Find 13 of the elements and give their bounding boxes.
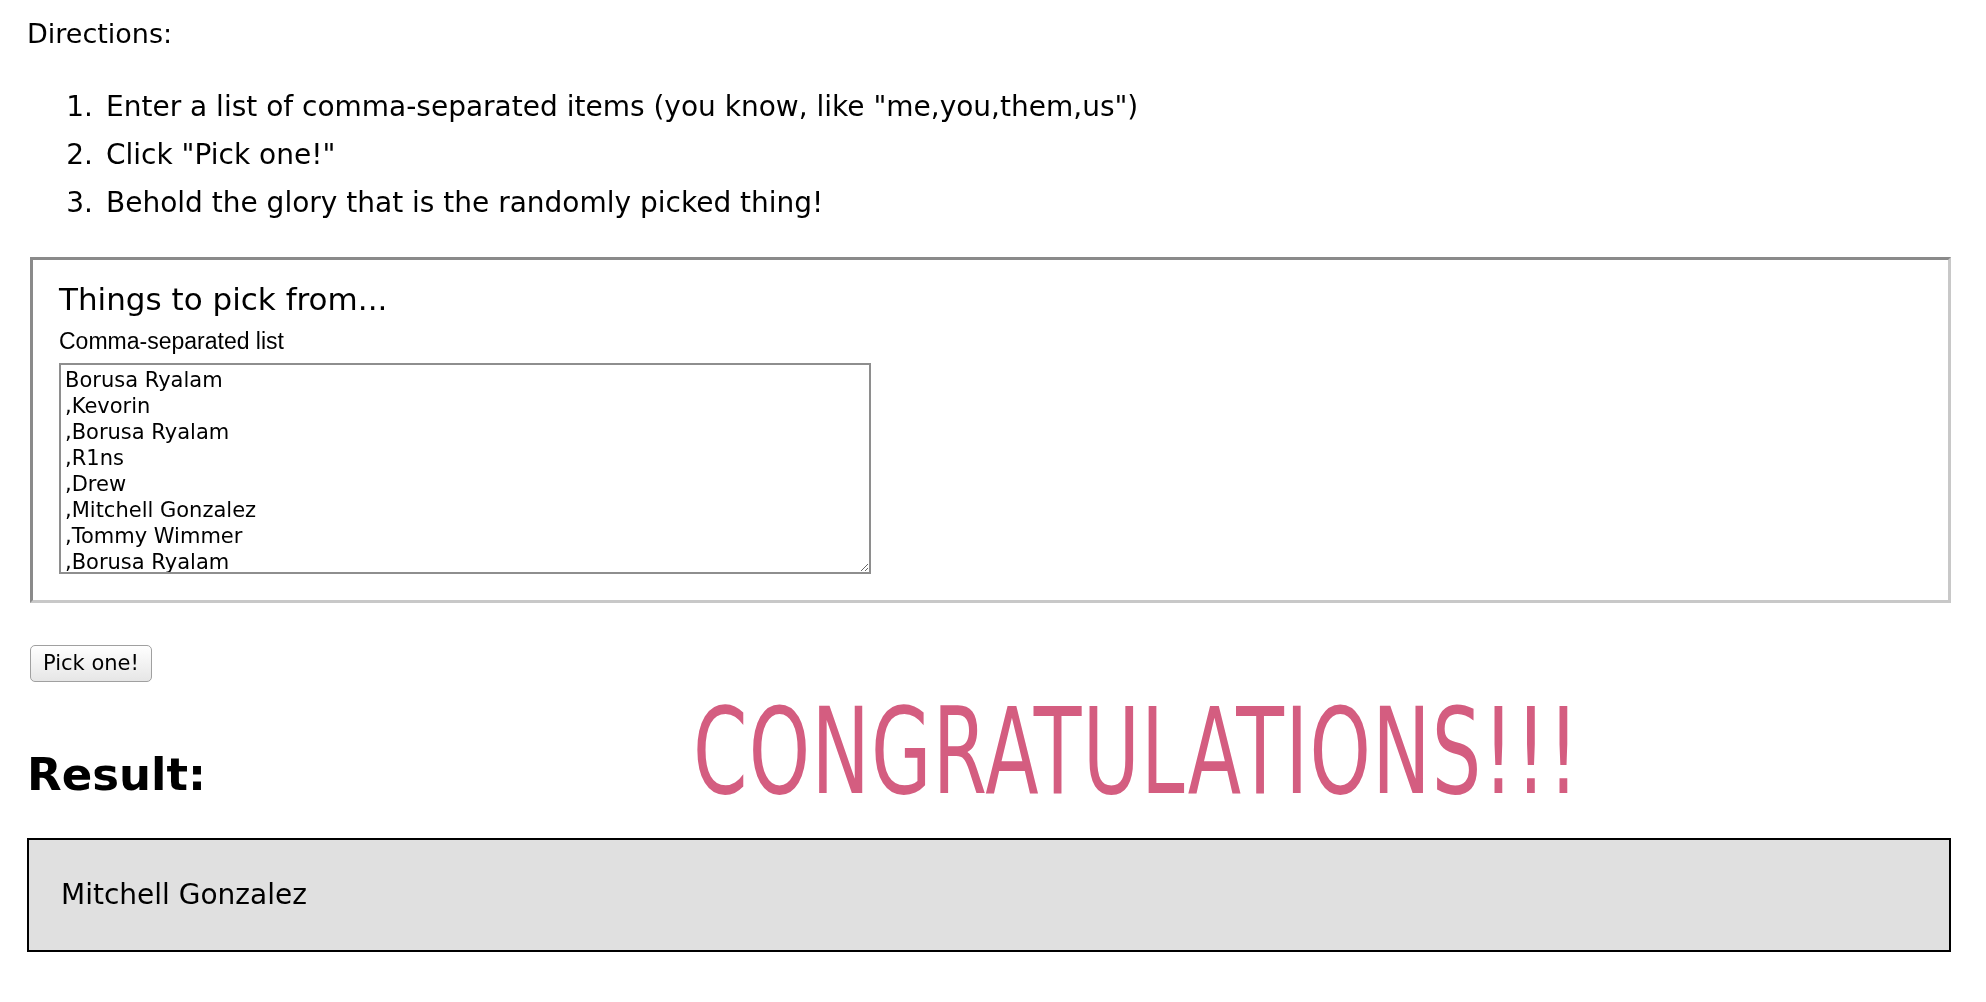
step-number: 2. [65, 136, 94, 173]
step-number: 3. [65, 184, 94, 221]
pick-button[interactable]: Pick one! [30, 644, 152, 682]
step-text: Enter a list of comma-separated items (you know, like "me,you,them,us") [106, 88, 1139, 125]
result-text: Mitchell Gonzalez [61, 877, 307, 913]
directions-heading: Directions: [27, 17, 174, 51]
field-label: Comma-separated list [59, 327, 285, 356]
legend-text: Things to pick from... [59, 279, 389, 319]
step-text: Behold the glory that is the randomly picked thing! [106, 184, 824, 221]
congratulations-heading: CONGRATULATIONS!!! [693, 692, 1581, 812]
step-text: Click "Pick one!" [106, 136, 336, 173]
step-number: 1. [65, 88, 94, 125]
result-heading: Result: [27, 746, 207, 803]
